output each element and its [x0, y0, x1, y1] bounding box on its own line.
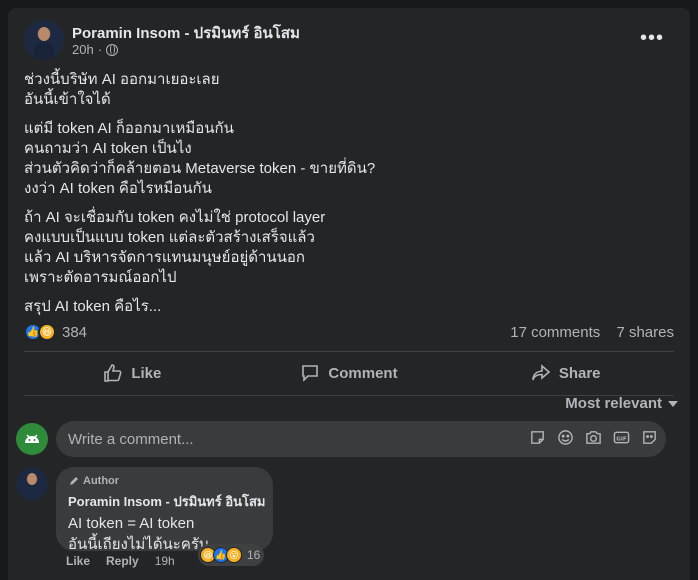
globe-icon[interactable] [106, 43, 119, 56]
share-label: Share [558, 364, 601, 382]
comment-button[interactable]: Comment [241, 355, 458, 391]
comment-actions: Like Reply 19h [66, 554, 175, 568]
gif-icon[interactable]: GIF [613, 429, 630, 446]
comment-time[interactable]: 19h [155, 554, 175, 568]
post-line: งงว่า AI token คือไรหมือนกัน [24, 180, 212, 197]
post-paragraph: ช่วงนี้บริษัท AI ออกมาเยอะเลยอันนี้เข้าใ… [24, 70, 674, 110]
camera-icon[interactable] [585, 429, 602, 446]
comment-line: AI token = AI token [68, 515, 195, 532]
share-button[interactable]: Share [457, 355, 674, 391]
shares-count[interactable]: 7 shares [616, 324, 674, 341]
post-line: คงแบบเป็นแบบ token แต่ละตัวสร้างเสร็จแล้… [24, 229, 315, 246]
comment-icon [302, 365, 319, 382]
emoji-icon[interactable] [557, 429, 574, 446]
comment-author-name[interactable]: Poramin Insom - ปรมินทร์ อินโสม [68, 491, 266, 512]
post-paragraph: แต่มี token AI ก็ออกมาเหมือนกันคนถามว่า … [24, 119, 674, 199]
comment-like-link[interactable]: Like [66, 554, 90, 568]
post-actions: Like Comment Share [24, 355, 674, 391]
post-header: Poramin Insom - ปรมินทร์ อินโสม 20h · ••… [24, 20, 674, 64]
share-icon [532, 364, 551, 381]
reaction-summary[interactable]: 👍 😆 384 [24, 323, 87, 341]
author-badge-label: Author [83, 475, 120, 487]
comment-author-avatar[interactable] [16, 468, 48, 500]
post-line: ช่วงนี้บริษัท AI ออกมาเยอะเลย [24, 71, 220, 88]
current-user-avatar[interactable] [16, 423, 48, 455]
stats-right: 17 comments 7 shares [498, 324, 674, 341]
reaction-count[interactable]: 384 [62, 324, 87, 341]
haha-reaction-icon: 😆 [38, 323, 56, 341]
wow-reaction-icon: 😮 [226, 547, 242, 563]
post-line: แล้ว AI บริหารจัดการแทนมนุษย์อยู่ด้านนอก [24, 249, 306, 266]
comment-input[interactable] [68, 421, 508, 457]
post-stats: 👍 😆 384 17 comments 7 shares [24, 320, 674, 344]
divider [24, 351, 674, 352]
comment-composer[interactable]: GIF [56, 421, 666, 457]
comment-label: Comment [328, 364, 398, 382]
post-paragraph: ถ้า AI จะเชื่อมกับ token คงไม่ใช่ protoc… [24, 208, 674, 288]
like-button[interactable]: Like [24, 355, 241, 391]
thumbs-up-icon [104, 364, 122, 382]
post-line: คนถามว่า AI token เป็นไง [24, 140, 192, 157]
post-timestamp[interactable]: 20h [72, 42, 94, 57]
android-logo-icon [25, 434, 39, 443]
like-label: Like [131, 364, 162, 382]
comment-reply-link[interactable]: Reply [106, 554, 139, 568]
post-body: ช่วงนี้บริษัท AI ออกมาเยอะเลยอันนี้เข้าใ… [24, 70, 674, 326]
post-line: ถ้า AI จะเชื่อมกับ token คงไม่ใช่ protoc… [24, 209, 326, 226]
post-meta: 20h · [72, 42, 119, 57]
post-paragraph: สรุป AI token คือไร... [24, 297, 674, 317]
svg-text:GIF: GIF [616, 436, 627, 442]
pencil-icon [70, 477, 78, 485]
sort-label: Most relevant [565, 395, 662, 412]
meta-separator: · [97, 42, 103, 57]
sort-dropdown[interactable]: Most relevant [565, 395, 678, 412]
ellipsis-icon[interactable]: ••• [640, 28, 664, 48]
comments-count[interactable]: 17 comments [510, 324, 600, 341]
comment-reactions[interactable]: 😆 👍 😮 16 [198, 544, 265, 566]
post-line: อันนี้เข้าใจได้ [24, 91, 111, 108]
post-line: เพราะตัดอารมณ์ออกไป [24, 269, 177, 286]
composer-icons: GIF [529, 429, 658, 446]
post-line: สรุป AI token คือไร... [24, 298, 162, 315]
post-line: ส่วนตัวคิดว่าก็คล้ายตอน Metaverse token … [24, 160, 376, 177]
author-badge: Author [68, 475, 261, 487]
comment-bubble: Author Poramin Insom - ปรมินทร์ อินโสม A… [56, 467, 273, 553]
comment-reaction-count: 16 [247, 548, 261, 562]
sticker-icon[interactable] [529, 429, 546, 446]
author-avatar[interactable] [24, 20, 64, 60]
sticker-face-icon[interactable] [641, 429, 658, 446]
post-line: แต่มี token AI ก็ออกมาเหมือนกัน [24, 120, 234, 137]
caret-down-icon [668, 400, 678, 407]
